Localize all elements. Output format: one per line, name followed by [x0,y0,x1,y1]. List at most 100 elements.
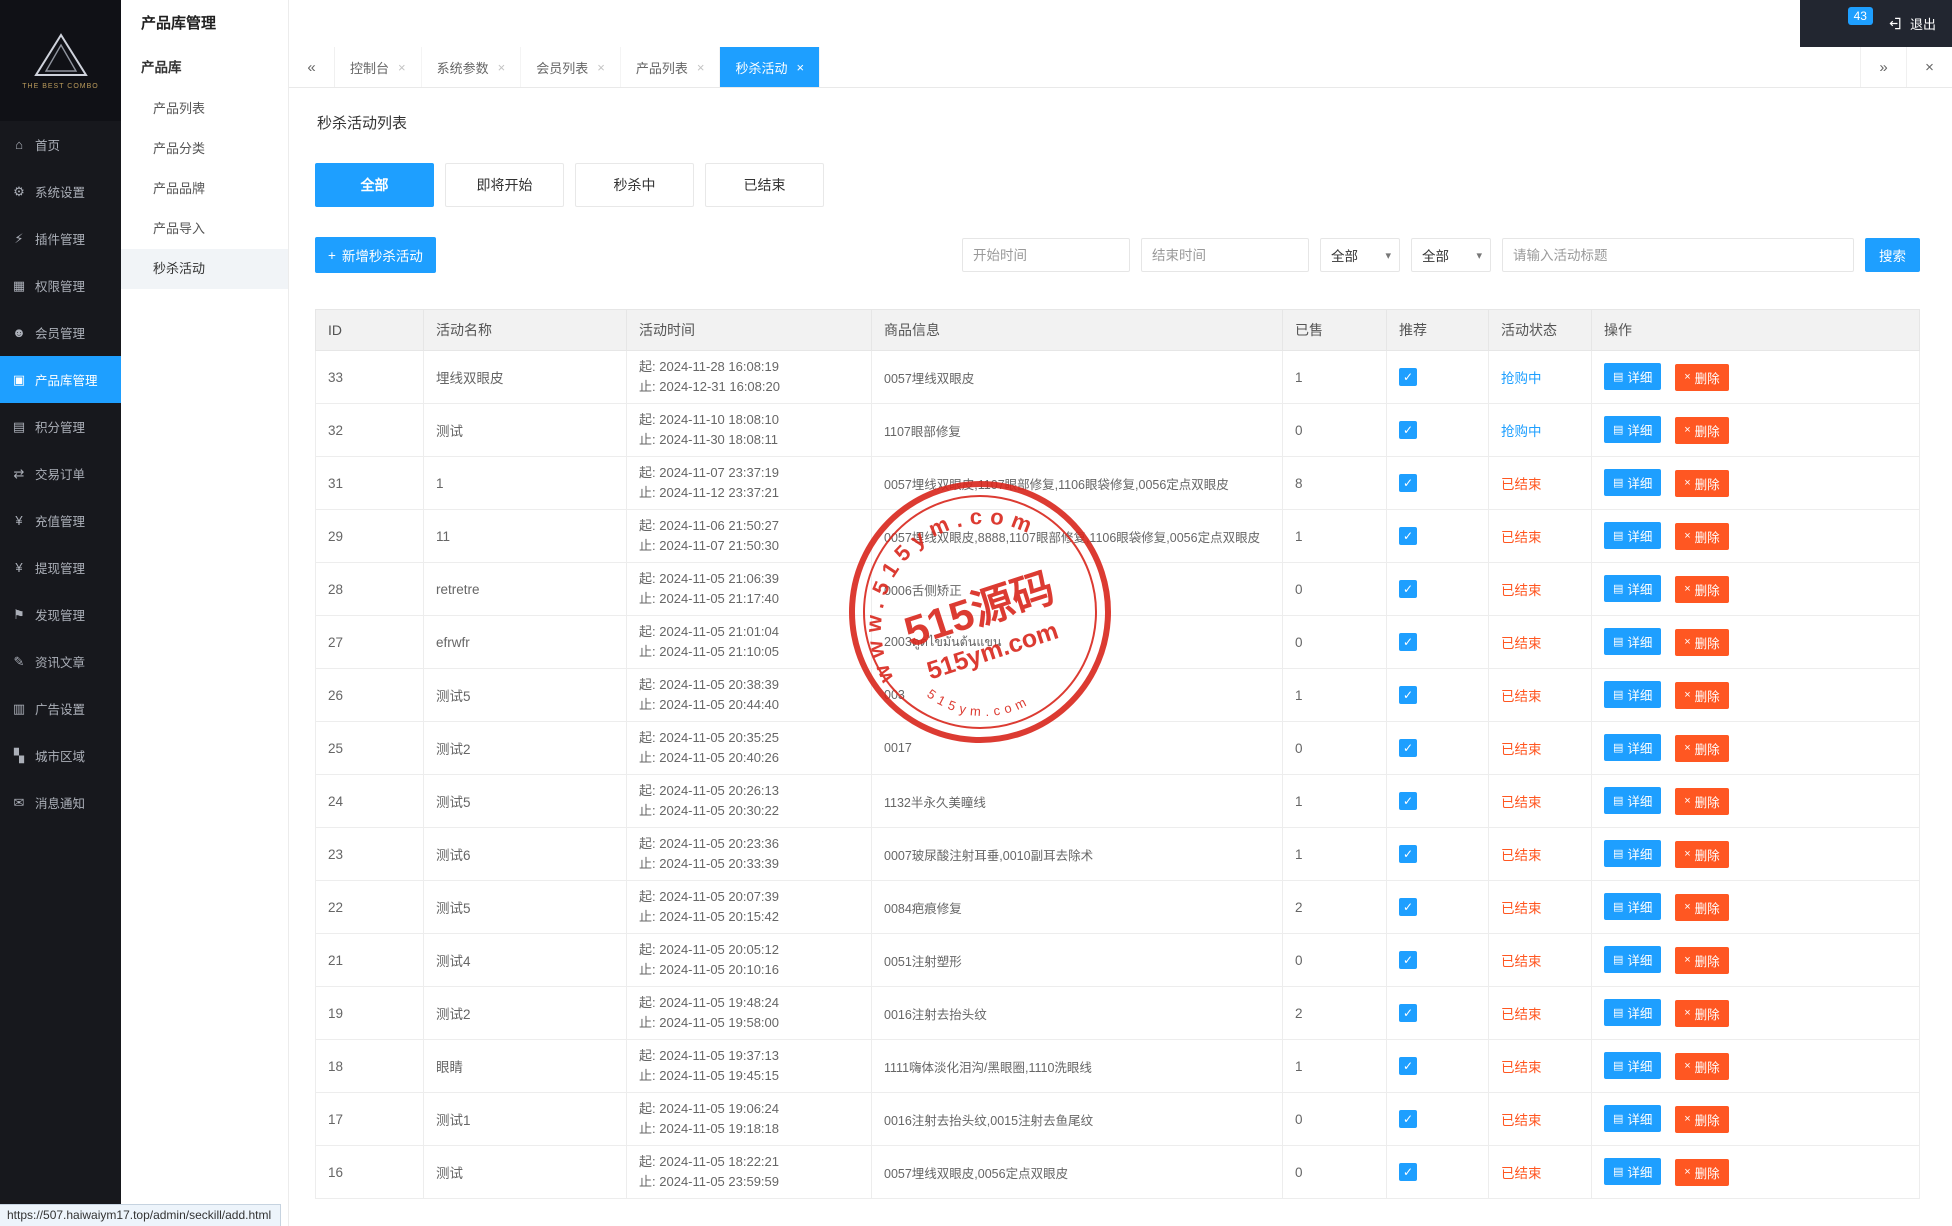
recommend-checkbox[interactable]: ✓ [1399,633,1417,651]
recommend-checkbox[interactable]: ✓ [1399,368,1417,386]
recommend-checkbox[interactable]: ✓ [1399,845,1417,863]
sidebar-item-11[interactable]: ✎ 资讯文章 [0,638,121,685]
delete-button[interactable]: × 删除 [1675,841,1728,868]
recommend-checkbox[interactable]: ✓ [1399,739,1417,757]
tab-2[interactable]: 会员列表 × [521,47,621,87]
logout-button[interactable]: 退出 [1889,14,1936,33]
delete-button[interactable]: × 删除 [1675,470,1728,497]
tab-4[interactable]: 秒杀活动 × [720,47,820,87]
delete-icon: × [1684,424,1690,436]
sidebar-item-9[interactable]: ¥ 提现管理 [0,544,121,591]
detail-button[interactable]: ▤ 详细 [1604,946,1661,973]
sidebar-item-4[interactable]: ☻ 会员管理 [0,309,121,356]
tab-1[interactable]: 系统参数 × [422,47,522,87]
detail-button[interactable]: ▤ 详细 [1604,893,1661,920]
sidebar-item-0[interactable]: ⌂ 首页 [0,121,121,168]
detail-button[interactable]: ▤ 详细 [1604,416,1661,443]
detail-button[interactable]: ▤ 详细 [1604,1105,1661,1132]
sidebar-item-8[interactable]: ¥ 充值管理 [0,497,121,544]
recommend-checkbox[interactable]: ✓ [1399,1057,1417,1075]
detail-button[interactable]: ▤ 详细 [1604,628,1661,655]
scroll-tabs-right-button[interactable]: » [1860,47,1906,87]
recommend-checkbox[interactable]: ✓ [1399,527,1417,545]
detail-button[interactable]: ▤ 详细 [1604,469,1661,496]
delete-button[interactable]: × 删除 [1675,788,1728,815]
status-filter-1[interactable]: 即将开始 [445,163,564,207]
sidebar-item-14[interactable]: ✉ 消息通知 [0,779,121,826]
delete-button[interactable]: × 删除 [1675,629,1728,656]
sidebar-item-6[interactable]: ▤ 积分管理 [0,403,121,450]
recommend-checkbox[interactable]: ✓ [1399,686,1417,704]
sidebar-item-1[interactable]: ⚙ 系统设置 [0,168,121,215]
detail-button[interactable]: ▤ 详细 [1604,1158,1661,1185]
sidebar-item-13[interactable]: ▚ 城市区域 [0,732,121,779]
detail-button[interactable]: ▤ 详细 [1604,575,1661,602]
detail-button[interactable]: ▤ 详细 [1604,1052,1661,1079]
delete-button[interactable]: × 删除 [1675,1053,1728,1080]
status-select[interactable]: 全部 ▾ [1320,238,1400,272]
submenu-item-4[interactable]: 秒杀活动 [121,249,288,289]
recommend-checkbox[interactable]: ✓ [1399,580,1417,598]
delete-button[interactable]: × 删除 [1675,947,1728,974]
submenu-item-3[interactable]: 产品导入 [121,209,288,249]
submenu-item-0[interactable]: 产品列表 [121,89,288,129]
end-time-input[interactable] [1141,238,1309,272]
submenu-item-1[interactable]: 产品分类 [121,129,288,169]
status-filter-0[interactable]: 全部 [315,163,434,207]
sidebar-item-5[interactable]: ▣ 产品库管理 [0,356,121,403]
detail-button[interactable]: ▤ 详细 [1604,734,1661,761]
detail-button[interactable]: ▤ 详细 [1604,840,1661,867]
recommend-checkbox[interactable]: ✓ [1399,421,1417,439]
recommend-checkbox[interactable]: ✓ [1399,1110,1417,1128]
delete-button[interactable]: × 删除 [1675,364,1728,391]
notification-badge[interactable]: 43 [1848,7,1873,25]
delete-button[interactable]: × 删除 [1675,735,1728,762]
recommend-checkbox[interactable]: ✓ [1399,1004,1417,1022]
scroll-tabs-left-button[interactable]: « [289,47,335,87]
sidebar-item-7[interactable]: ⇄ 交易订单 [0,450,121,497]
delete-button[interactable]: × 删除 [1675,523,1728,550]
delete-button[interactable]: × 删除 [1675,1000,1728,1027]
table-row: 31 1 起: 2024-11-07 23:37:19 止: 2024-11-1… [316,457,1920,510]
delete-button[interactable]: × 删除 [1675,417,1728,444]
delete-button[interactable]: × 删除 [1675,1106,1728,1133]
tab-0[interactable]: 控制台 × [335,47,422,87]
detail-button[interactable]: ▤ 详细 [1604,999,1661,1026]
sidebar-item-12[interactable]: ▥ 广告设置 [0,685,121,732]
tab-3[interactable]: 产品列表 × [621,47,721,87]
recommend-checkbox[interactable]: ✓ [1399,792,1417,810]
tab-close-icon[interactable]: × [597,60,605,75]
tab-close-icon[interactable]: × [498,60,506,75]
detail-button[interactable]: ▤ 详细 [1604,363,1661,390]
recommend-select[interactable]: 全部 ▾ [1411,238,1491,272]
activity-title-input[interactable] [1502,238,1854,272]
recommend-checkbox[interactable]: ✓ [1399,951,1417,969]
close-all-tabs-button[interactable]: × [1906,47,1952,87]
delete-button[interactable]: × 删除 [1675,682,1728,709]
delete-button[interactable]: × 删除 [1675,1159,1728,1186]
recommend-checkbox[interactable]: ✓ [1399,1163,1417,1181]
activity-status: 已结束 [1501,477,1542,492]
tab-close-icon[interactable]: × [697,60,705,75]
tab-close-icon[interactable]: × [398,60,406,75]
sidebar-item-10[interactable]: ⚑ 发现管理 [0,591,121,638]
search-button[interactable]: 搜索 [1865,238,1920,272]
delete-button[interactable]: × 删除 [1675,576,1728,603]
detail-button[interactable]: ▤ 详细 [1604,787,1661,814]
start-time-input[interactable] [962,238,1130,272]
tab-close-icon[interactable]: × [796,60,804,75]
detail-button[interactable]: ▤ 详细 [1604,522,1661,549]
cell-name: retretre [424,563,627,616]
status-filter-3[interactable]: 已结束 [705,163,824,207]
submenu-group-title[interactable]: 产品库 [121,47,288,89]
add-seckill-button[interactable]: + 新增秒杀活动 [315,237,436,273]
cell-name: 11 [424,510,627,563]
status-filter-2[interactable]: 秒杀中 [575,163,694,207]
recommend-checkbox[interactable]: ✓ [1399,898,1417,916]
sidebar-item-3[interactable]: ▦ 权限管理 [0,262,121,309]
detail-button[interactable]: ▤ 详细 [1604,681,1661,708]
submenu-item-2[interactable]: 产品品牌 [121,169,288,209]
sidebar-item-2[interactable]: ⚡ 插件管理 [0,215,121,262]
delete-button[interactable]: × 删除 [1675,894,1728,921]
recommend-checkbox[interactable]: ✓ [1399,474,1417,492]
